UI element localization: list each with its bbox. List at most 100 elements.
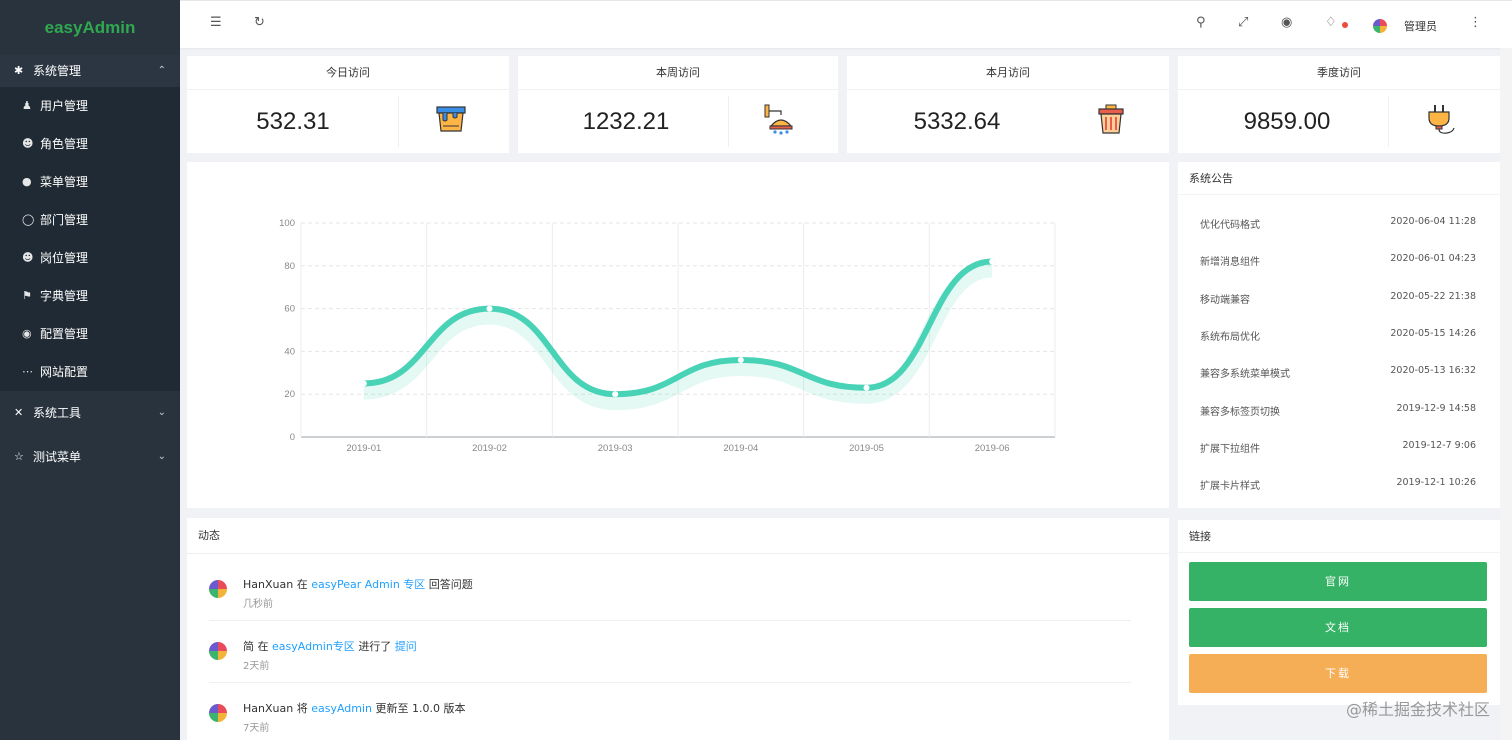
notice-item-title: 优化代码格式 — [1200, 220, 1260, 231]
lamp-icon — [764, 104, 793, 135]
bell-icon[interactable]: ♢ — [1325, 15, 1337, 30]
sidebar-item-post[interactable]: ☻ 岗位管理 — [0, 239, 180, 277]
data-point — [612, 391, 619, 398]
sidebar-item-department[interactable]: ◯ 部门管理 — [0, 201, 180, 239]
stat-title: 今日访问 — [187, 56, 509, 90]
system-notice-card: 系统公告 优化代码格式 2020-06-04 11:28 新增消息组件 2020-06… — [1178, 162, 1500, 508]
data-point — [863, 384, 870, 391]
divider — [209, 682, 1131, 683]
notice-item-time: 2020-05-13 16:32 — [1390, 365, 1476, 377]
activity-link[interactable]: easyAdmin — [311, 702, 372, 715]
stat-value: 9859.00 — [1243, 108, 1331, 135]
activity-action: 进行了 — [358, 640, 392, 653]
plug-icon — [1428, 105, 1455, 134]
star-icon: ☆ — [14, 450, 24, 463]
notice-item[interactable]: 扩展卡片样式 2019-12-1 10:26 — [1200, 477, 1476, 497]
notice-item[interactable]: 优化代码格式 2020-06-04 11:28 — [1200, 216, 1476, 236]
activity-link-question[interactable]: 提问 — [395, 640, 417, 653]
stat-title: 本周访问 — [518, 56, 838, 90]
sidebar: easyAdmin ✱ 系统管理 ⌃ ♟ 用户管理 ☻ 角色管理 ● 菜单管理 … — [0, 0, 180, 740]
notice-item-time: 2020-05-22 21:38 — [1390, 290, 1476, 302]
sidebar-item-config[interactable]: ◉ 配置管理 — [0, 315, 180, 353]
top-header: ☰ ↻ ⚲ ⤢ ◉ ♢ 管理员 ⋮ — [180, 0, 1512, 48]
refresh-icon[interactable]: ↻ — [254, 15, 265, 30]
stat-divider — [728, 96, 729, 147]
activity-title: 动态 — [187, 518, 1169, 554]
visits-line-chart[interactable]: 0 20 40 60 80 100 2019-01 2019-02 2019-03 2019-04… — [187, 162, 1169, 508]
avatar[interactable] — [1373, 19, 1387, 33]
official-site-button[interactable]: 官网 — [1189, 562, 1487, 601]
menu-system-management[interactable]: ✱ 系统管理 ⌃ — [0, 55, 180, 87]
data-point — [486, 305, 493, 312]
notice-item-title: 扩展下拉组件 — [1200, 443, 1260, 455]
notice-item[interactable]: 兼容多系统菜单模式 2020-05-13 16:32 — [1200, 365, 1476, 385]
notice-item[interactable]: 系统布局优化 2020-05-15 14:26 — [1200, 328, 1476, 348]
page-scrollbar[interactable] — [1500, 48, 1512, 740]
notice-item-time: 2019-12-9 14:58 — [1396, 402, 1476, 414]
y-tick-label: 60 — [284, 304, 295, 315]
fullscreen-icon[interactable]: ⤢ — [1238, 15, 1248, 30]
x-tick-label: 2019-02 — [472, 443, 507, 454]
notice-item[interactable]: 移动端兼容 2020-05-22 21:38 — [1200, 291, 1476, 311]
more-vertical-icon[interactable]: ⋮ — [1469, 15, 1482, 30]
search-icon[interactable]: ⚲ — [1196, 15, 1206, 30]
menu-system-label: 系统管理 — [33, 64, 82, 78]
globe-icon: ◉ — [22, 327, 32, 340]
sidebar-item-label: 角色管理 — [40, 137, 89, 151]
sidebar-item-website[interactable]: ⋯ 网站配置 — [0, 353, 180, 391]
avatar — [209, 580, 227, 598]
notice-item[interactable]: 兼容多标签页切换 2019-12-9 14:58 — [1200, 403, 1476, 423]
menu-icon: ● — [22, 175, 32, 188]
tools-icon: ✕ — [14, 406, 24, 419]
activity-item: HanXuan 将 easyAdmin 更新至 1.0.0 版本 7天前 — [209, 700, 1149, 740]
app-logo[interactable]: easyAdmin — [0, 0, 180, 55]
docs-button[interactable]: 文档 — [1189, 608, 1487, 647]
avatar — [209, 642, 227, 660]
stat-value: 532.31 — [256, 108, 330, 135]
menu-group-system: ✱ 系统管理 ⌃ ♟ 用户管理 ☻ 角色管理 ● 菜单管理 ◯ 部门管理 ☻ 岗… — [0, 55, 180, 391]
activity-action: 更新至 1.0.0 版本 — [375, 702, 466, 715]
menu-group-test: ☆ 测试菜单 ⌄ — [0, 435, 180, 479]
notice-item-title: 移动端兼容 — [1200, 294, 1250, 306]
notice-item[interactable]: 扩展下拉组件 2019-12-7 9:06 — [1200, 440, 1476, 460]
notice-item-title: 兼容多标签页切换 — [1200, 406, 1280, 418]
sidebar-item-role[interactable]: ☻ 角色管理 — [0, 125, 180, 163]
activity-prep: 将 — [296, 702, 308, 715]
trash-icon — [1098, 104, 1124, 134]
notice-item-time: 2019-12-1 10:26 — [1396, 477, 1476, 489]
activity-time: 7天前 — [243, 723, 270, 734]
flag-icon: ⚑ — [22, 289, 32, 302]
activity-link[interactable]: easyPear Admin 专区 — [311, 578, 425, 591]
collapse-menu-icon[interactable]: ☰ — [210, 15, 222, 30]
links-title: 链接 — [1178, 520, 1500, 553]
notice-item-time: 2020-05-15 14:26 — [1390, 327, 1476, 339]
sidebar-item-label: 菜单管理 — [40, 175, 89, 189]
menu-system-tools[interactable]: ✕ 系统工具 ⌄ — [0, 391, 180, 435]
download-button[interactable]: 下载 — [1189, 654, 1487, 693]
submenu-system: ♟ 用户管理 ☻ 角色管理 ● 菜单管理 ◯ 部门管理 ☻ 岗位管理 ⚑ 字典管… — [0, 87, 180, 391]
notice-item[interactable]: 新增消息组件 2020-06-01 04:23 — [1200, 253, 1476, 273]
notice-item-time: 2019-12-7 9:06 — [1402, 439, 1476, 451]
admin-name[interactable]: 管理员 — [1404, 18, 1437, 34]
x-tick-label: 2019-04 — [723, 443, 758, 454]
menu-test[interactable]: ☆ 测试菜单 ⌄ — [0, 435, 180, 479]
activity-text: 简 在 easyAdmin专区 进行了 提问 — [243, 638, 417, 654]
sidebar-item-label: 用户管理 — [40, 99, 89, 113]
role-icon: ☻ — [22, 137, 34, 150]
stat-title: 季度访问 — [1178, 56, 1500, 90]
notice-title: 系统公告 — [1178, 162, 1500, 195]
activity-text: HanXuan 将 easyAdmin 更新至 1.0.0 版本 — [243, 700, 466, 716]
stat-divider — [1388, 96, 1389, 147]
sidebar-item-menu[interactable]: ● 菜单管理 — [0, 163, 180, 201]
menu-tools-label: 系统工具 — [33, 406, 82, 420]
stat-card-quarter: 季度访问 9859.00 — [1178, 56, 1500, 153]
stat-card-month: 本月访问 5332.64 — [847, 56, 1169, 153]
activity-link[interactable]: easyAdmin专区 — [272, 640, 355, 653]
notice-item-title: 扩展卡片样式 — [1200, 481, 1260, 493]
sidebar-item-label: 网站配置 — [40, 365, 89, 379]
activity-prep: 在 — [296, 578, 308, 591]
sidebar-item-dictionary[interactable]: ⚑ 字典管理 — [0, 277, 180, 315]
globe-icon[interactable]: ◉ — [1281, 15, 1292, 30]
menu-group-tools: ✕ 系统工具 ⌄ — [0, 391, 180, 435]
sidebar-item-user[interactable]: ♟ 用户管理 — [0, 87, 180, 125]
